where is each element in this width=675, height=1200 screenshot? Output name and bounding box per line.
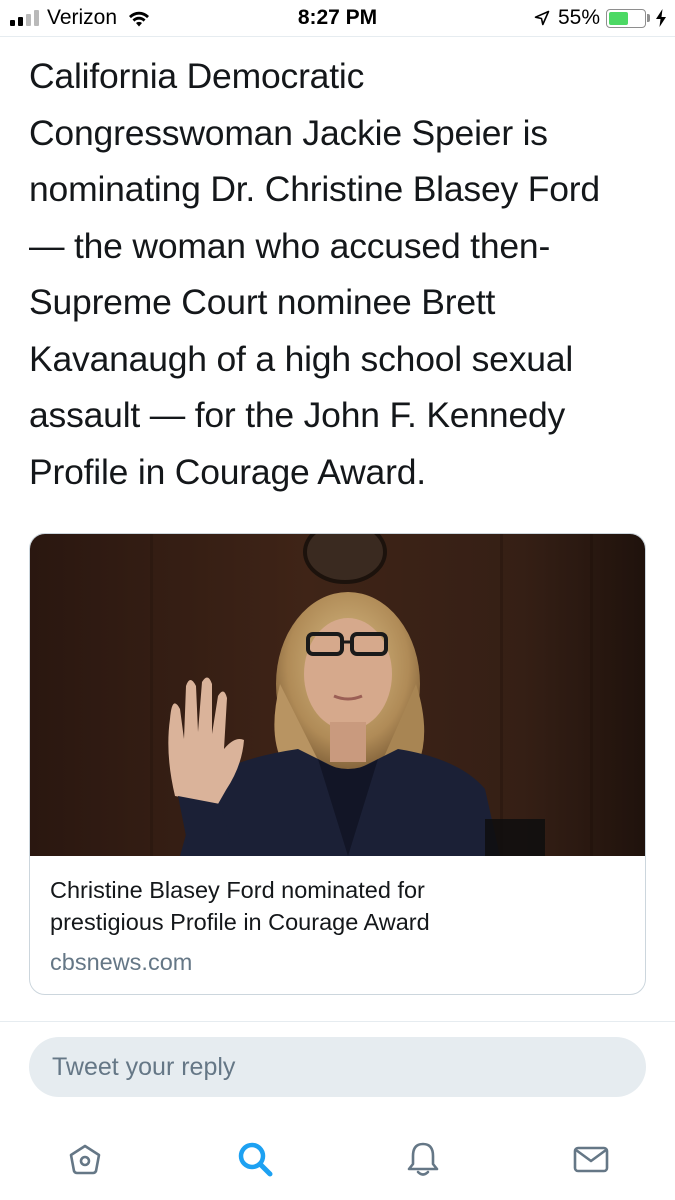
tweet-text-line: Congresswoman Jackie Speier is bbox=[29, 112, 548, 153]
reply-placeholder: Tweet your reply bbox=[52, 1052, 236, 1081]
tab-bar bbox=[0, 1120, 675, 1200]
home-icon bbox=[69, 1144, 101, 1175]
tweet-text-line: nominating Dr. Christine Blasey Ford bbox=[29, 169, 600, 209]
battery-icon bbox=[606, 8, 646, 28]
location-icon bbox=[534, 10, 550, 26]
tab-messages[interactable] bbox=[566, 1134, 616, 1184]
tweet-text: California Democratic Congresswoman Jack… bbox=[29, 48, 649, 500]
divider bbox=[0, 1021, 675, 1022]
tweet-text-line: assault — for the John F. Kennedy bbox=[29, 395, 566, 435]
battery-level-fill bbox=[609, 11, 628, 25]
tweet-text-line: Supreme Court nominee Brett bbox=[29, 282, 496, 322]
tweet-text-line: Profile in Courage Award. bbox=[29, 451, 426, 492]
card-body: Christine Blasey Ford nominated for pres… bbox=[30, 856, 645, 994]
tab-home[interactable] bbox=[60, 1134, 110, 1184]
card-photo bbox=[30, 534, 645, 856]
tab-search[interactable] bbox=[230, 1134, 280, 1184]
status-bar: Verizon 8:27 PM 55% bbox=[0, 0, 675, 37]
card-title: Christine Blasey Ford nominated for pres… bbox=[50, 874, 627, 938]
mail-icon bbox=[573, 1146, 609, 1173]
charging-icon bbox=[656, 9, 666, 27]
tweet-text-line: Kavanaugh of a high school sexual bbox=[29, 338, 574, 379]
tweet-text-line: — the woman who accused then- bbox=[29, 225, 551, 266]
link-preview-card[interactable]: Christine Blasey Ford nominated for pres… bbox=[29, 533, 646, 995]
card-title-line: prestigious Profile in Courage Award bbox=[50, 909, 430, 935]
tab-notifications[interactable] bbox=[398, 1134, 448, 1184]
card-title-line: Christine Blasey Ford nominated for bbox=[50, 877, 425, 903]
card-domain: cbsnews.com bbox=[50, 949, 193, 975]
battery-percent: 55% bbox=[557, 6, 600, 29]
status-right: 55% bbox=[534, 6, 667, 30]
bell-icon bbox=[407, 1142, 439, 1176]
tweet-text-line: California Democratic bbox=[29, 56, 365, 96]
battery-tip bbox=[647, 14, 650, 22]
reply-input[interactable]: Tweet your reply bbox=[29, 1037, 646, 1097]
search-icon bbox=[238, 1142, 273, 1177]
